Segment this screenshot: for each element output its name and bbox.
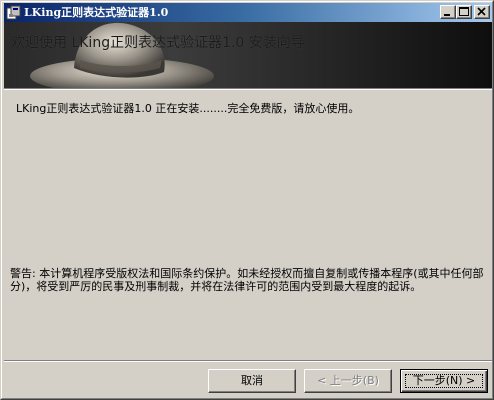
- back-button[interactable]: < 上一步(B): [304, 369, 392, 393]
- close-icon: [477, 7, 486, 16]
- minimize-button[interactable]: [440, 5, 456, 19]
- maximize-button[interactable]: [456, 5, 472, 19]
- cancel-button[interactable]: 取消: [208, 369, 296, 393]
- hat-icon: [4, 22, 492, 88]
- maximize-icon: [459, 7, 469, 16]
- button-divider: [4, 360, 492, 362]
- header-banner: 欢迎使用 LKing正则表达式验证器1.0 安装向导: [4, 22, 492, 88]
- copyright-warning: 警告: 本计算机程序受版权法和国际条约保护。如未经授权而擅自复制或传播本程序(或…: [10, 267, 484, 293]
- title-bar[interactable]: LKing正则表达式验证器1.0: [4, 3, 492, 22]
- installer-window: LKing正则表达式验证器1.0 欢迎使用 LKing正则表达式验证器1.0 安…: [0, 0, 494, 400]
- app-icon: [6, 5, 21, 20]
- focus-rect: [405, 374, 483, 388]
- banner-divider: [4, 88, 492, 90]
- close-button[interactable]: [474, 5, 490, 19]
- banner-title: 欢迎使用 LKing正则表达式验证器1.0 安装向导: [11, 35, 305, 51]
- window-frame: LKing正则表达式验证器1.0 欢迎使用 LKing正则表达式验证器1.0 安…: [1, 1, 493, 399]
- next-button[interactable]: 下一步(N) >: [400, 369, 488, 393]
- minimize-icon: [444, 14, 450, 16]
- window-title: LKing正则表达式验证器1.0: [24, 6, 169, 19]
- install-status-text: LKing正则表达式验证器1.0 正在安装........完全免费版，请放心使用…: [16, 102, 360, 115]
